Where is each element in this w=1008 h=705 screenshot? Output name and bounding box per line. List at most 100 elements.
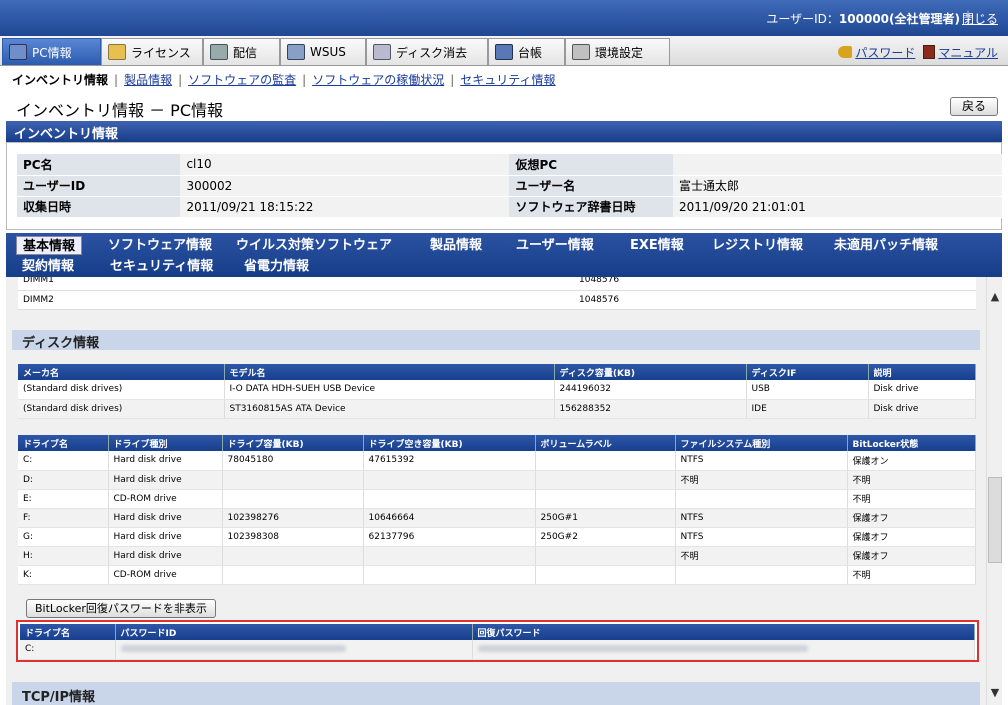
- tab-settings[interactable]: 環境設定: [565, 38, 670, 65]
- table-row: F: Hard disk drive 102398276 10646664 250G#1…: [18, 508, 976, 528]
- info-label: ユーザーID: [17, 175, 181, 197]
- tab-antivirus[interactable]: ウイルス対策ソフトウェア: [230, 236, 398, 255]
- cell: [363, 565, 536, 585]
- tab-label: ディスク消去: [396, 45, 468, 60]
- cell: [222, 546, 364, 566]
- tab-basic-info[interactable]: 基本情報: [16, 236, 83, 255]
- cell: 保護オフ: [847, 508, 976, 528]
- info-label: ソフトウェア辞書日時: [509, 196, 673, 218]
- info-label: 収集日時: [17, 196, 181, 218]
- back-button[interactable]: 戻る: [950, 97, 998, 116]
- tab-security-info[interactable]: セキュリティ情報: [104, 257, 219, 276]
- cell: [222, 489, 364, 509]
- submenu-link-software-audit[interactable]: ソフトウェアの監査: [188, 73, 296, 87]
- info-value: 2011/09/20 21:01:01: [672, 196, 1002, 218]
- book-icon: [923, 45, 936, 59]
- tab-user-info[interactable]: ユーザー情報: [510, 236, 600, 255]
- disk-section-header: ディスク情報: [12, 330, 980, 351]
- scroll-down-icon[interactable]: ▼: [989, 687, 1001, 699]
- cell: 250G#1: [535, 508, 676, 528]
- cell: 250G#2: [535, 527, 676, 547]
- submenu-link-product[interactable]: 製品情報: [124, 73, 172, 87]
- cell: K:: [18, 565, 109, 585]
- submenu-link-security[interactable]: セキュリティ情報: [460, 73, 555, 87]
- cell: Hard disk drive: [108, 527, 223, 547]
- info-value: 300002: [180, 175, 510, 197]
- tab-disk-erase[interactable]: ディスク消去: [366, 38, 488, 65]
- tab-label: WSUS: [310, 45, 346, 59]
- table-header-row: メーカ名 モデル名 ディスク容量(KB) ディスクIF 説明: [18, 364, 976, 380]
- cell: E:: [18, 489, 109, 509]
- info-row: 収集日時 2011/09/21 18:15:22 ソフトウェア辞書日時 2011…: [17, 196, 1002, 218]
- scrollbar-thumb[interactable]: [988, 477, 1002, 563]
- cell: 保護オフ: [847, 546, 976, 566]
- tab-product-info[interactable]: 製品情報: [424, 236, 488, 255]
- cell: USB: [746, 380, 869, 400]
- cell: CD-ROM drive: [108, 565, 223, 585]
- column-header: メーカ名: [18, 364, 225, 380]
- detail-tabs: 基本情報 ソフトウェア情報 ウイルス対策ソフトウェア 製品情報 ユーザー情報 E…: [6, 233, 1002, 277]
- tab-unapplied-patch[interactable]: 未適用パッチ情報: [828, 236, 944, 255]
- cell: NTFS: [675, 508, 848, 528]
- cell: 不明: [847, 489, 976, 509]
- cell: [675, 489, 848, 509]
- tab-distribution[interactable]: 配信: [203, 38, 280, 65]
- cell: [222, 470, 364, 490]
- cell: Disk drive: [868, 380, 976, 400]
- cell: C:: [20, 640, 116, 660]
- table-row: DIMM2 1048576: [18, 290, 976, 310]
- table-row: (Standard disk drives) I-O DATA HDH-SUEH…: [18, 380, 976, 400]
- memory-size: 1048576: [574, 277, 976, 291]
- tcpip-section-header: TCP/IP情報: [12, 682, 980, 705]
- manual-link[interactable]: マニュアル: [923, 44, 998, 61]
- password-link[interactable]: パスワード: [838, 44, 915, 61]
- scroll-up-icon[interactable]: ▲: [989, 291, 1001, 303]
- cell: 156288352: [554, 399, 747, 419]
- table-row: K: CD-ROM drive 不明: [18, 565, 976, 585]
- cell: Hard disk drive: [108, 508, 223, 528]
- cell: IDE: [746, 399, 869, 419]
- table-header-row: ドライブ名 パスワードID 回復パスワード: [20, 624, 975, 640]
- blurred-recovery-password: [477, 645, 808, 653]
- memory-table: DIMM1 1048576 DIMM2 1048576: [18, 277, 976, 310]
- tab-exe-info[interactable]: EXE情報: [624, 236, 690, 255]
- memory-size: 1048576: [574, 290, 976, 310]
- cell: F:: [18, 508, 109, 528]
- table-row: D: Hard disk drive 不明 不明: [18, 470, 976, 490]
- tab-contract-info[interactable]: 契約情報: [16, 257, 80, 276]
- tab-power-saving-info[interactable]: 省電力情報: [238, 257, 315, 276]
- top-links: パスワード マニュアル: [838, 44, 998, 61]
- info-label: PC名: [17, 154, 181, 176]
- key-icon: [838, 46, 853, 58]
- cell: I-O DATA HDH-SUEH USB Device: [224, 380, 555, 400]
- column-header: ドライブ名: [18, 435, 109, 451]
- tab-software-info[interactable]: ソフトウェア情報: [102, 236, 218, 255]
- info-row: PC名 cl10 仮想PC: [17, 154, 1002, 176]
- table-row: (Standard disk drives) ST3160815AS ATA D…: [18, 399, 976, 419]
- content-scrollbar[interactable]: ▲ ▼: [986, 277, 1002, 705]
- column-header: モデル名: [224, 364, 555, 380]
- close-link[interactable]: 閉じる: [962, 10, 998, 27]
- info-value: 2011/09/21 18:15:22: [180, 196, 510, 218]
- cell: [363, 546, 536, 566]
- tab-wsus[interactable]: WSUS: [280, 38, 366, 65]
- password-id-cell: [115, 640, 473, 660]
- table-row: H: Hard disk drive 不明 保護オフ: [18, 546, 976, 566]
- cell: (Standard disk drives): [18, 399, 225, 419]
- tab-label: 環境設定: [595, 45, 644, 60]
- tab-label: ライセンス: [131, 45, 191, 60]
- tab-pc-info[interactable]: PC情報: [2, 38, 101, 65]
- ledger-icon: [495, 44, 513, 60]
- table-row: E: CD-ROM drive 不明: [18, 489, 976, 509]
- settings-icon: [572, 44, 590, 60]
- cell: [535, 451, 676, 471]
- cell: 78045180: [222, 451, 364, 471]
- cell: H:: [18, 546, 109, 566]
- hide-bitlocker-password-button[interactable]: BitLocker回復パスワードを非表示: [26, 599, 216, 618]
- tab-registry-info[interactable]: レジストリ情報: [706, 236, 809, 255]
- column-header: ドライブ種別: [108, 435, 223, 451]
- cell: 不明: [847, 565, 976, 585]
- submenu-link-software-usage[interactable]: ソフトウェアの稼働状況: [312, 73, 444, 87]
- tab-license[interactable]: ライセンス: [101, 38, 203, 65]
- tab-ledger[interactable]: 台帳: [488, 38, 565, 65]
